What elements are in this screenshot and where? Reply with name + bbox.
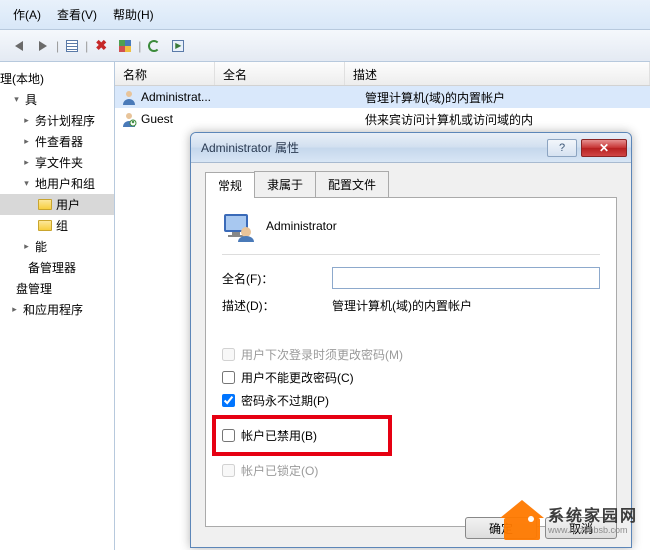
check-locked: 帐户已锁定(O) (222, 462, 600, 479)
tree-tools[interactable]: ▾具 (0, 89, 114, 110)
arrow-right-icon (39, 41, 47, 51)
collapse-icon: ▾ (22, 179, 31, 188)
toolbar-separator: | (56, 39, 59, 53)
expand-icon: ▸ (10, 305, 19, 314)
tree-scheduler[interactable]: ▸务计划程序 (0, 110, 114, 131)
grid-icon (119, 40, 131, 52)
tree-diskmgmt[interactable]: 盘管理 (0, 278, 114, 299)
col-description[interactable]: 描述 (345, 62, 650, 85)
col-fullname[interactable]: 全名 (215, 62, 345, 85)
x-icon: ✖ (95, 37, 107, 54)
list-icon (66, 40, 78, 52)
list-row-guest[interactable]: Guest 供来宾访问计算机或访问域的内 (115, 108, 650, 130)
tree-users[interactable]: 用户 (0, 194, 114, 215)
nav-tree: 理(本地) ▾具 ▸务计划程序 ▸件查看器 ▸享文件夹 ▾地用户和组 用户 组 … (0, 62, 115, 550)
username-text: Administrator (266, 219, 337, 233)
check-cannotchange[interactable]: 用户不能更改密码(C) (222, 369, 600, 386)
tree-performance[interactable]: ▸能 (0, 236, 114, 257)
toolbar-list-button[interactable] (61, 35, 83, 57)
tab-general[interactable]: 常规 (205, 172, 255, 198)
expand-icon: ▸ (22, 116, 31, 125)
checkbox-disabled[interactable] (222, 429, 235, 442)
highlight-box: 帐户已禁用(B) (212, 415, 392, 456)
checkbox-mustchange (222, 348, 235, 361)
user-avatar-icon (222, 210, 254, 242)
toolbar-grid-button[interactable] (114, 35, 136, 57)
menu-help[interactable]: 帮助(H) (105, 6, 162, 23)
cell-desc: 管理计算机(域)的内置帐户 (365, 89, 650, 106)
check-neverexpire[interactable]: 密码永不过期(P) (222, 392, 600, 409)
tree-groups[interactable]: 组 (0, 215, 114, 236)
description-text: 管理计算机(域)的内置帐户 (332, 297, 600, 314)
expand-icon: ▸ (22, 137, 31, 146)
arrow-left-icon (15, 41, 23, 51)
description-label: 描述(D)： (222, 297, 332, 314)
expand-icon: ▸ (22, 242, 31, 251)
tree-root[interactable]: 理(本地) (0, 68, 114, 89)
tree-localusers[interactable]: ▾地用户和组 (0, 173, 114, 194)
user-icon (121, 89, 137, 105)
help-button[interactable]: ? (547, 139, 577, 157)
menu-action[interactable]: 作(A) (5, 6, 49, 23)
dialog-buttons: 确定 取消 (465, 517, 617, 539)
tree-devicemanager[interactable]: 备管理器 (0, 257, 114, 278)
check-disabled[interactable]: 帐户已禁用(B) (222, 427, 382, 444)
toolbar-separator: | (85, 39, 88, 53)
ok-button[interactable]: 确定 (465, 517, 537, 539)
checkbox-locked (222, 464, 235, 477)
folder-icon (38, 220, 52, 231)
tab-profile[interactable]: 配置文件 (315, 171, 389, 197)
toolbar-play-button[interactable]: ▶ (167, 35, 189, 57)
dialog-title: Administrator 属性 (201, 139, 543, 156)
refresh-icon (148, 40, 160, 52)
tree-eventviewer[interactable]: ▸件查看器 (0, 131, 114, 152)
tree-sharedfolders[interactable]: ▸享文件夹 (0, 152, 114, 173)
tab-memberof[interactable]: 隶属于 (254, 171, 316, 197)
nav-back-button[interactable] (8, 35, 30, 57)
delete-button[interactable]: ✖ (90, 35, 112, 57)
expand-icon: ▸ (22, 158, 31, 167)
toolbar: | | ✖ | ▶ (0, 30, 650, 62)
close-button[interactable]: ✕ (581, 139, 627, 157)
checkbox-cannotchange[interactable] (222, 371, 235, 384)
collapse-icon: ▾ (12, 95, 21, 104)
menu-view[interactable]: 查看(V) (49, 6, 105, 23)
list-header: 名称 全名 描述 (115, 62, 650, 86)
checkbox-neverexpire[interactable] (222, 394, 235, 407)
question-icon: ? (559, 142, 565, 154)
fullname-label: 全名(F)： (222, 270, 332, 287)
close-icon: ✕ (599, 141, 609, 155)
check-mustchange: 用户下次登录时须更改密码(M) (222, 346, 600, 363)
list-row-admin[interactable]: Administrat... 管理计算机(域)的内置帐户 (115, 86, 650, 108)
cell-name: Guest (141, 112, 235, 126)
properties-dialog: Administrator 属性 ? ✕ 常规 隶属于 配置文件 Adminis… (190, 132, 632, 548)
toolbar-separator: | (138, 39, 141, 53)
play-icon: ▶ (172, 40, 184, 52)
folder-icon (38, 199, 52, 210)
nav-forward-button[interactable] (32, 35, 54, 57)
dialog-titlebar[interactable]: Administrator 属性 ? ✕ (191, 133, 631, 163)
cell-name: Administrat... (141, 90, 235, 104)
fullname-input[interactable] (332, 267, 600, 289)
tab-panel: Administrator 全名(F)： 描述(D)： 管理计算机(域)的内置帐… (205, 197, 617, 527)
col-name[interactable]: 名称 (115, 62, 215, 85)
menubar: 作(A) 查看(V) 帮助(H) (0, 0, 650, 30)
cancel-button[interactable]: 取消 (545, 517, 617, 539)
divider (222, 254, 600, 255)
tab-strip: 常规 隶属于 配置文件 (205, 171, 631, 197)
user-icon (121, 111, 137, 127)
tree-services[interactable]: ▸和应用程序 (0, 299, 114, 320)
cell-desc: 供来宾访问计算机或访问域的内 (365, 111, 650, 128)
refresh-button[interactable] (143, 35, 165, 57)
